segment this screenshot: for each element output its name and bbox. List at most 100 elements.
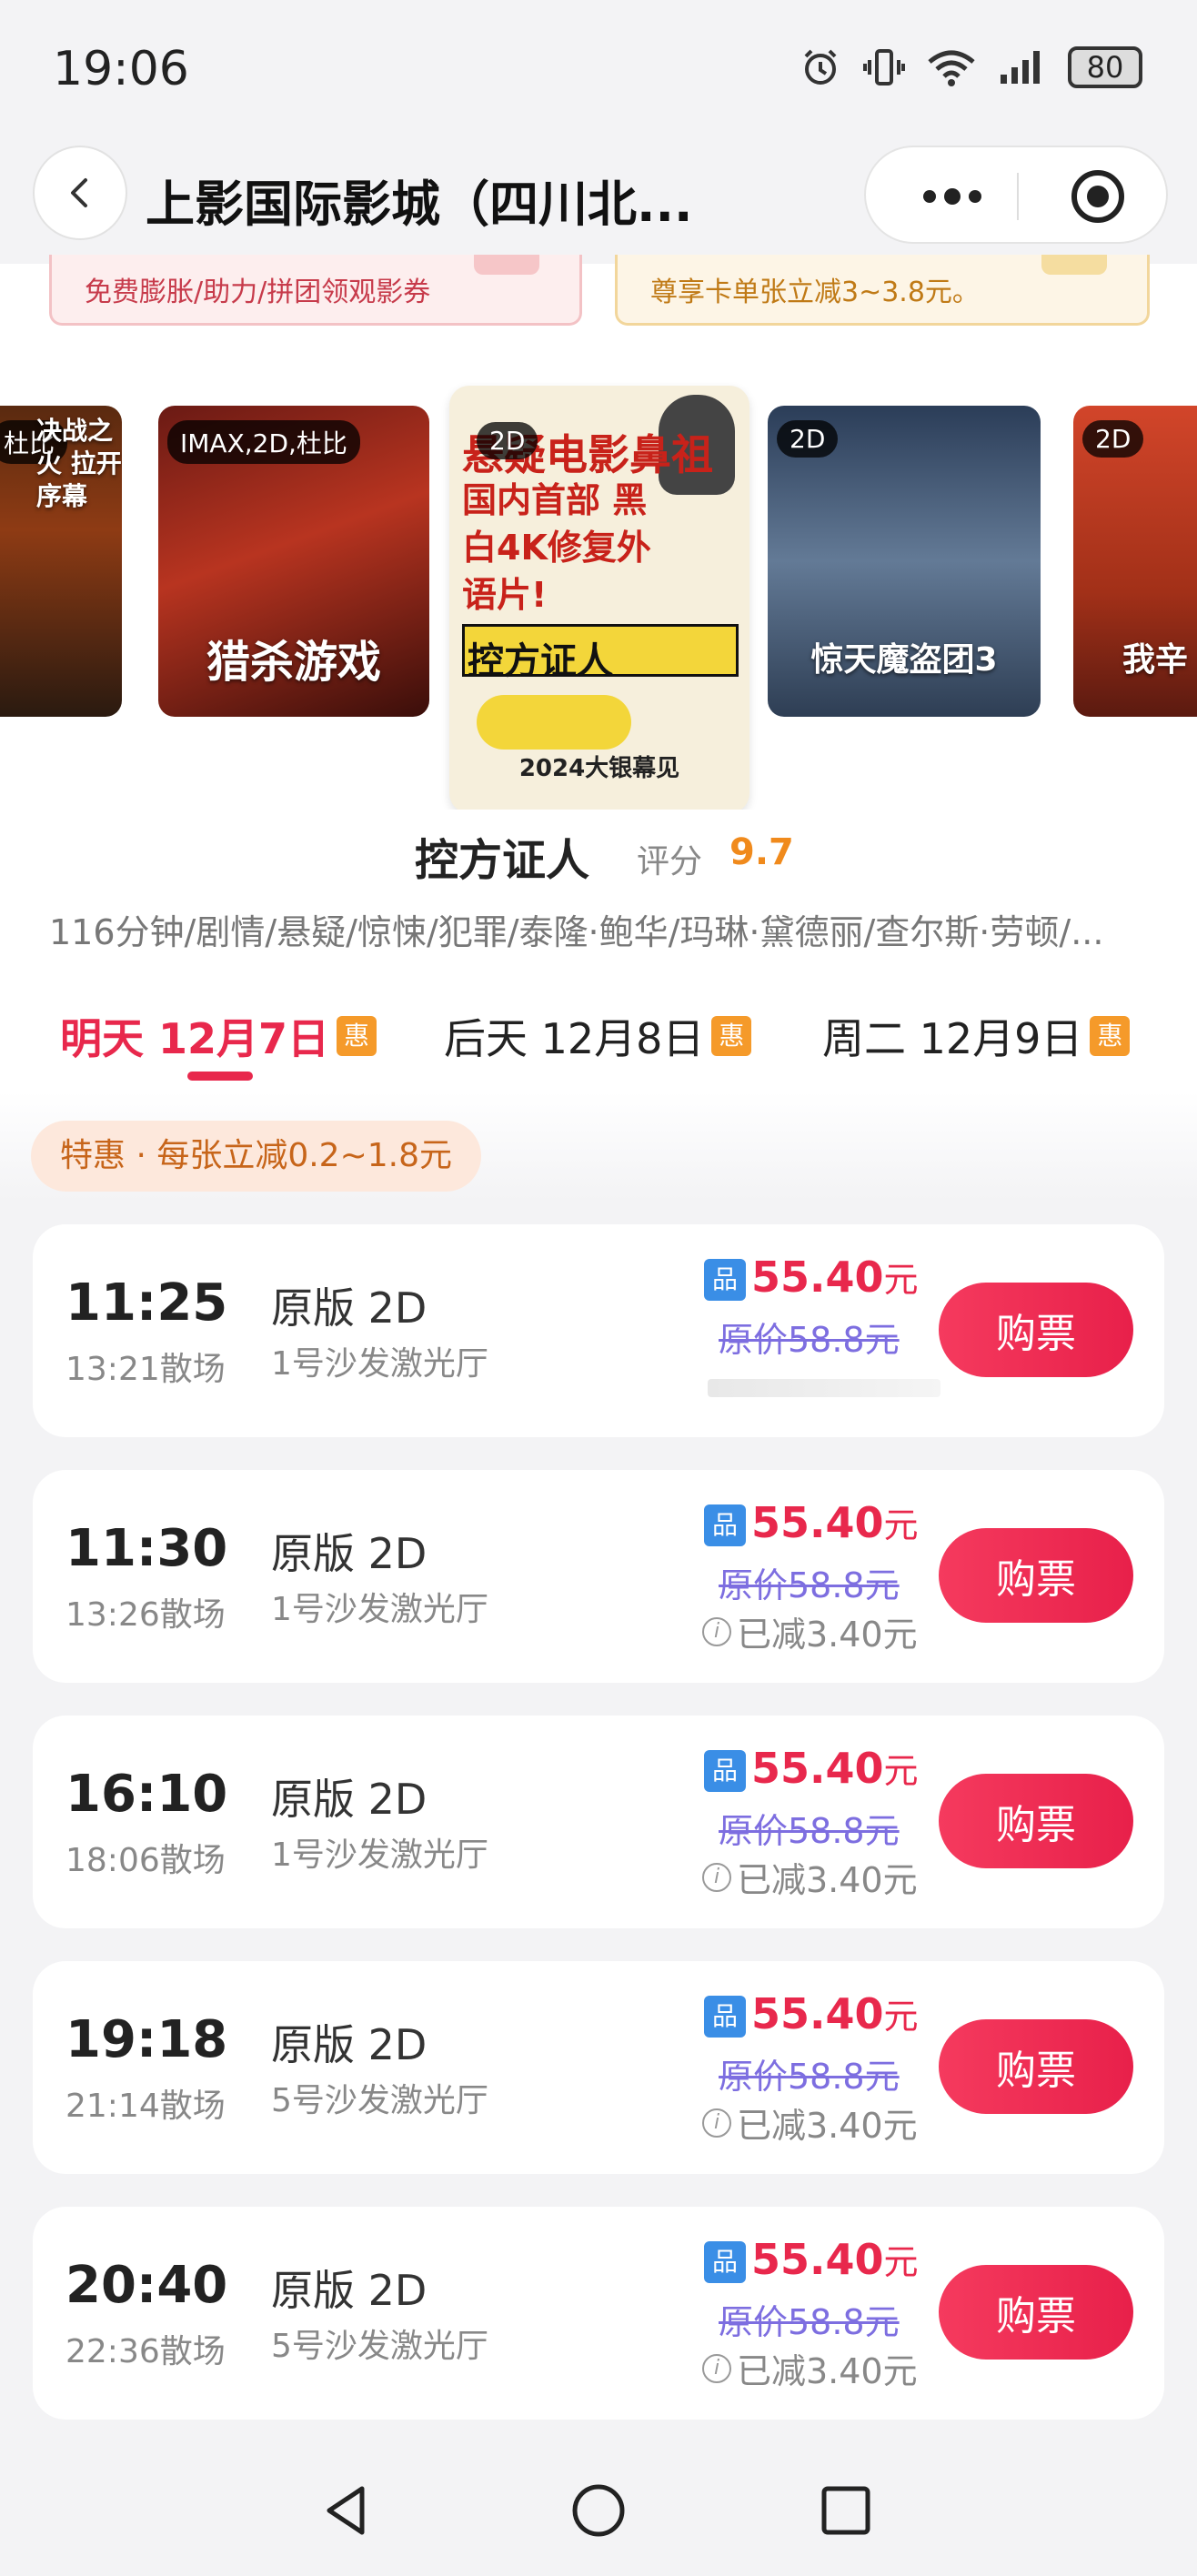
pin-badge: 品 [704,2241,746,2283]
showtime-end: 21:14散场 [65,2088,226,2125]
showtime-card[interactable]: 11:25 13:21散场 原版 2D 1号沙发激光厅 品 55.40元 原价5… [33,1224,1164,1437]
saved-amount[interactable]: i 已减3.40元 [702,2098,918,2148]
poster-item-selected[interactable]: 悬疑电影鼻祖 国内首部 黑白4K修复外语片! 控方证人 2024大银幕见 2D [449,386,749,810]
showtime-card[interactable]: 16:10 18:06散场 原版 2D 1号沙发激光厅 品 55.40元 原价5… [33,1716,1164,1928]
nav-recents-button[interactable] [810,2474,882,2547]
pin-badge: 品 [704,1259,746,1301]
poster-item[interactable]: 2D 惊天魔盗团3 [768,406,1041,717]
price-unit: 元 [883,1260,919,1300]
nav-back-button[interactable] [309,2474,382,2547]
poster-carousel[interactable]: 杜比 决战之火 拉开序幕 IMAX,2D,杜比 猎杀游戏 悬疑电影鼻祖 国内首部… [0,382,1197,810]
promo-strip: 免费膨胀/助力/拼团领观影券 尊享卡单张立减3~3.8元。 [0,255,1197,346]
promo-membership-tag [1041,255,1107,275]
original-price: 原价58.8元 [719,1811,900,1851]
showtime-hall: 5号沙发激光厅 [271,2328,488,2365]
pin-badge: 品 [704,1504,746,1546]
original-price: 原价58.8元 [719,2057,900,2097]
price-value: 55.40 [751,1744,884,1793]
tab-label: 明天 12月7日 [60,1014,330,1063]
poster-item[interactable]: IMAX,2D,杜比 猎杀游戏 [158,406,429,717]
more-button[interactable] [902,166,1002,227]
showtime-hall: 1号沙发激光厅 [271,1591,488,1628]
poster-title: 控方证人 [468,640,613,682]
status-time: 19:06 [53,42,189,96]
showtime-price: 55.40元 [751,1497,919,1547]
pin-badge: 品 [704,1996,746,2038]
rating-value: 9.7 [729,831,794,873]
showtime-version: 原版 2D [271,1775,428,1824]
discount-badge: 惠 [337,1016,377,1056]
discount-badge: 惠 [1090,1016,1131,1056]
system-navigation-bar [0,2447,1197,2576]
showtime-hall: 1号沙发激光厅 [271,1345,488,1383]
discount-row: 特惠 · 每张立减0.2~1.8元 [0,1092,1197,1201]
showtime-version: 原版 2D [271,2020,428,2069]
saved-placeholder [708,1379,940,1397]
more-dots-icon [923,188,981,205]
price-value: 55.40 [751,1989,884,2038]
showtime-card[interactable]: 19:18 21:14散场 原版 2D 5号沙发激光厅 品 55.40元 原价5… [33,1961,1164,2174]
discount-pill: 特惠 · 每张立减0.2~1.8元 [31,1121,481,1192]
showtime-card[interactable]: 11:30 13:26散场 原版 2D 1号沙发激光厅 品 55.40元 原价5… [33,1470,1164,1683]
saved-amount[interactable]: i 已减3.40元 [702,1852,918,1902]
buy-ticket-button[interactable]: 购票 [939,1774,1133,1868]
showtime-card[interactable]: 20:40 22:36散场 原版 2D 5号沙发激光厅 品 55.40元 原价5… [33,2207,1164,2420]
price-value: 55.40 [751,1498,884,1547]
saved-amount[interactable]: i 已减3.40元 [702,2343,918,2393]
tab-label: 后天 12月8日 [444,1014,705,1063]
info-icon: i [702,1862,731,1892]
status-bar: 19:06 80 [0,0,1197,146]
back-button[interactable] [33,146,127,240]
showtime-price: 55.40元 [751,1743,919,1793]
target-icon [1071,170,1124,223]
promo-membership-text: 尊享卡单张立减3~3.8元。 [650,276,980,308]
original-price: 原价58.8元 [719,1565,900,1605]
showtime-start: 11:30 [65,1519,228,1578]
discount-badge: 惠 [711,1016,752,1056]
price-unit: 元 [883,1505,919,1545]
poster-title: 我辛 [1122,641,1188,679]
showtime-version: 原版 2D [271,1529,428,1578]
buy-ticket-button[interactable]: 购票 [939,2019,1133,2114]
saved-text: 已减3.40元 [737,2351,918,2391]
date-tabs: 明天 12月7日 惠 后天 12月8日 惠 周二 12月9日 惠 [0,982,1197,1092]
poster-title: 惊天魔盗团3 [810,641,998,679]
saved-amount[interactable]: i 已减3.40元 [702,1606,918,1656]
movie-title: 控方证人 [415,835,590,886]
info-icon: i [702,2108,731,2138]
buy-ticket-button[interactable]: 购票 [939,1283,1133,1377]
poster-title: 决战之火 拉开序幕 [36,416,122,511]
alarm-icon [804,49,837,85]
wifi-icon [928,50,975,86]
active-tab-indicator [187,1072,253,1081]
poster-item[interactable]: 2D 我辛 [1073,406,1197,717]
triangle-back-icon [327,2486,365,2535]
battery-level: 80 [1086,50,1124,85]
poster-item[interactable]: 杜比 决战之火 拉开序幕 [0,406,122,717]
poster-badge: 2D [477,422,538,459]
original-price: 原价58.8元 [719,1320,900,1360]
tab-date-tomorrow[interactable]: 明天 12月7日 惠 [60,1006,377,1066]
circle-home-icon [572,2484,625,2537]
promo-membership-card[interactable]: 尊享卡单张立减3~3.8元。 [615,255,1150,326]
buy-ticket-button[interactable]: 购票 [939,1528,1133,1623]
mini-program-capsule [864,146,1168,244]
showtime-start: 19:18 [65,2010,228,2069]
tab-date-day-after[interactable]: 后天 12月8日 惠 [444,1006,752,1066]
showtime-version: 原版 2D [271,2266,428,2315]
showtime-start: 16:10 [65,1765,228,1824]
poster-title: 猎杀游戏 [206,637,381,688]
showtime-end: 18:06散场 [65,1842,226,1879]
buy-ticket-button[interactable]: 购票 [939,2265,1133,2360]
price-unit: 元 [883,1997,919,2037]
tab-date-tuesday[interactable]: 周二 12月9日 惠 [822,1006,1131,1066]
showtime-end: 13:21散场 [65,1351,226,1388]
promo-coupon-card[interactable]: 免费膨胀/助力/拼团领观影券 [49,255,582,326]
info-icon: i [702,2353,731,2383]
showtime-price: 55.40元 [751,2234,919,2284]
price-unit: 元 [883,2242,919,2282]
showtime-end: 22:36散场 [65,2333,226,2370]
close-mini-program-button[interactable] [1048,166,1148,227]
nav-home-button[interactable] [562,2474,635,2547]
rating-label: 评分 [637,843,703,880]
